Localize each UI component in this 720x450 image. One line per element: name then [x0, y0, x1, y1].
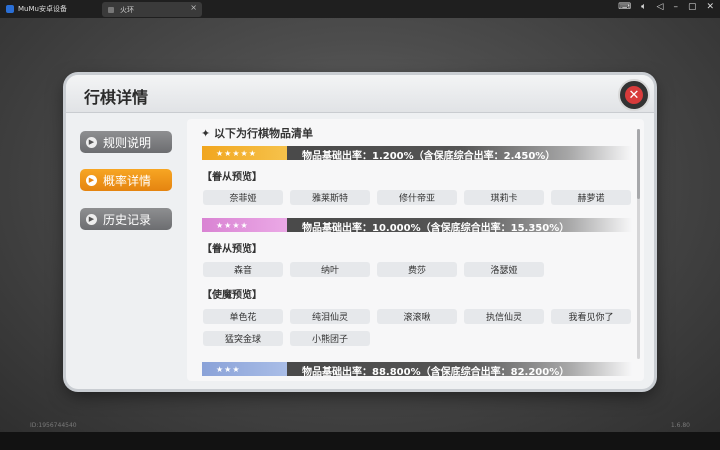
- tier-badge: ★★★: [202, 362, 287, 376]
- dialog-header: 行棋详情 ✕: [66, 75, 654, 113]
- item-chip[interactable]: 我看见你了: [551, 309, 631, 324]
- item-chip[interactable]: 猛突金球: [203, 331, 283, 346]
- player-uid: ID:1956744540: [30, 422, 77, 429]
- back-icon[interactable]: ◁: [657, 2, 664, 12]
- item-chip[interactable]: 纳叶: [290, 262, 370, 277]
- rate-bar-3star: ★★★ 物品基础出率：88.800%（含保底综合出率：82.200%）: [202, 362, 632, 378]
- item-chip[interactable]: 赫萝诺: [551, 190, 631, 205]
- tab-icon: [108, 6, 114, 13]
- sidebar-item-label: 历史记录: [103, 212, 152, 227]
- keyboard-icon[interactable]: ⌨: [618, 2, 631, 12]
- arrow-right-icon: ▶: [86, 136, 97, 148]
- sidebar-item-rules[interactable]: ▶ 规则说明: [80, 131, 172, 153]
- app-label: MuMu安卓设备: [6, 4, 67, 14]
- tier-badge: ★★★★: [202, 218, 287, 232]
- star-rating-icon: ★★★★: [216, 220, 249, 230]
- item-chip[interactable]: 单色花: [203, 309, 283, 324]
- emulator-footer: [0, 432, 720, 450]
- sparkle-icon: ✦: [201, 127, 215, 140]
- star-rating-icon: ★★★: [216, 364, 241, 374]
- item-chip[interactable]: 森音: [203, 262, 283, 277]
- star-rating-icon: ★★★★★: [216, 148, 257, 158]
- minimize-icon[interactable]: –: [673, 2, 678, 12]
- arrow-right-icon: ▶: [86, 174, 97, 186]
- section-title: 【眷从预览】: [202, 172, 262, 183]
- game-version: 1.6.80: [670, 422, 690, 429]
- sidebar-item-label: 概率详情: [103, 173, 152, 188]
- window-titlebar: MuMu安卓设备 火环 × ⌨ 🔈︎ ◁ – ▢ ✕: [0, 0, 720, 18]
- item-chip[interactable]: 修什帝亚: [377, 190, 457, 205]
- scrollbar-thumb[interactable]: [637, 129, 640, 199]
- item-chip[interactable]: 纯泪仙灵: [290, 309, 370, 324]
- item-chip[interactable]: 奈菲娅: [203, 190, 283, 205]
- rate-text: 物品基础出率：10.000%（含保底综合出率：15.350%）: [302, 223, 570, 234]
- close-x-icon: ✕: [625, 86, 643, 104]
- item-chip[interactable]: 费莎: [377, 262, 457, 277]
- tab-close-icon[interactable]: ×: [190, 3, 197, 12]
- item-chip[interactable]: 小熊团子: [290, 331, 370, 346]
- dialog-title: 行棋详情: [84, 88, 149, 107]
- tab-label: 火环: [120, 5, 134, 14]
- volume-icon[interactable]: 🔈︎: [641, 2, 646, 12]
- app-name: MuMu安卓设备: [18, 5, 67, 13]
- detail-dialog: 行棋详情 ✕ ▶ 规则说明 ▶ 概率详情 ▶ 历史记录 ✦ 以下为行棋物品清单 …: [66, 75, 654, 389]
- app-logo-icon: [6, 5, 14, 13]
- close-icon[interactable]: ✕: [706, 2, 714, 12]
- rate-text: 物品基础出率：88.800%（含保底综合出率：82.200%）: [302, 367, 570, 378]
- sidebar-item-label: 规则说明: [103, 135, 152, 150]
- section-title: 【眷从预览】: [202, 244, 262, 255]
- window-controls: ⌨ 🔈︎ ◁ – ▢ ✕: [618, 2, 714, 12]
- sidebar-item-probability[interactable]: ▶ 概率详情: [80, 169, 172, 191]
- rate-bar-4star: ★★★★ 物品基础出率：10.000%（含保底综合出率：15.350%）: [202, 218, 632, 234]
- panel-heading: ✦ 以下为行棋物品清单: [201, 125, 313, 141]
- rate-text: 物品基础出率：1.200%（含保底综合出率：2.450%）: [302, 151, 556, 162]
- section-title: 【使魔预览】: [202, 290, 262, 301]
- probability-panel[interactable]: ✦ 以下为行棋物品清单 ★★★★★ 物品基础出率：1.200%（含保底综合出率：…: [187, 119, 644, 381]
- arrow-right-icon: ▶: [86, 213, 97, 225]
- close-button[interactable]: ✕: [618, 79, 650, 111]
- item-chip[interactable]: 琪莉卡: [464, 190, 544, 205]
- tab-game[interactable]: 火环 ×: [102, 2, 202, 17]
- rate-bar-5star: ★★★★★ 物品基础出率：1.200%（含保底综合出率：2.450%）: [202, 146, 632, 162]
- item-chip[interactable]: 雅莱斯特: [290, 190, 370, 205]
- tier-badge: ★★★★★: [202, 146, 287, 160]
- sidebar-item-history[interactable]: ▶ 历史记录: [80, 208, 172, 230]
- heading-text: 以下为行棋物品清单: [214, 127, 314, 140]
- restore-icon[interactable]: ▢: [688, 2, 697, 12]
- item-chip[interactable]: 滚滚啾: [377, 309, 457, 324]
- item-chip[interactable]: 洛瑟娅: [464, 262, 544, 277]
- item-chip[interactable]: 执信仙灵: [464, 309, 544, 324]
